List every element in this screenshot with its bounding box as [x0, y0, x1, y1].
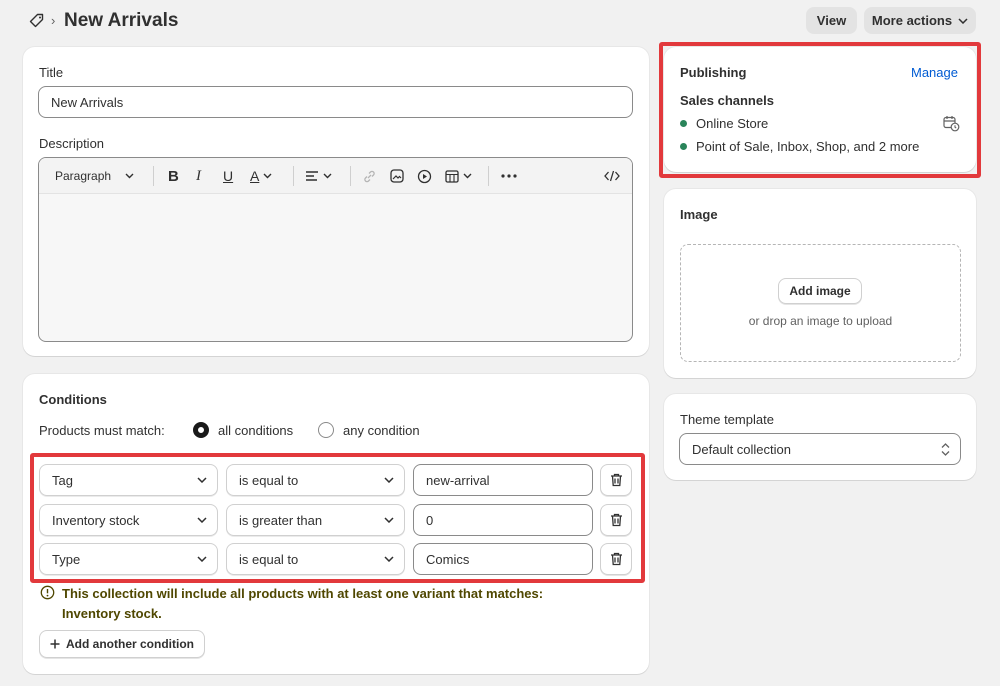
- chevron-down-icon: [958, 17, 968, 24]
- theme-template-card: Theme template Default collection: [664, 394, 976, 480]
- image-card: Image Add image or drop an image to uplo…: [664, 189, 976, 378]
- radio-selected-icon: [193, 422, 209, 438]
- editor-toolbar: Paragraph B I U A: [39, 158, 632, 194]
- view-button-label: View: [816, 13, 847, 28]
- plus-icon: [50, 639, 60, 649]
- radio-unselected-icon: [318, 422, 334, 438]
- more-actions-button[interactable]: More actions: [864, 7, 976, 34]
- add-condition-label: Add another condition: [66, 637, 194, 651]
- chevron-up-down-icon: [941, 442, 950, 456]
- info-circle-icon: [40, 585, 55, 600]
- italic-icon[interactable]: I: [196, 168, 201, 184]
- image-icon[interactable]: [390, 168, 404, 184]
- link-icon[interactable]: [362, 168, 377, 184]
- breadcrumb-chevron-icon: ›: [51, 13, 56, 28]
- page-title: New Arrivals: [64, 10, 179, 31]
- add-image-button[interactable]: Add image: [778, 278, 862, 304]
- image-heading: Image: [680, 207, 718, 222]
- drop-hint: or drop an image to upload: [748, 314, 893, 328]
- code-view-icon[interactable]: [604, 168, 620, 184]
- theme-template-select[interactable]: Default collection: [679, 433, 961, 465]
- publishing-highlight-box: [659, 42, 981, 178]
- theme-template-value: Default collection: [692, 441, 791, 457]
- title-label: Title: [39, 65, 64, 80]
- more-options-icon[interactable]: [501, 168, 517, 184]
- radio-all-label: all conditions: [218, 422, 294, 438]
- radio-all-conditions[interactable]: all conditions: [193, 422, 293, 438]
- table-icon[interactable]: [445, 168, 472, 184]
- conditions-highlight-box: [30, 453, 645, 583]
- underline-icon[interactable]: U: [223, 168, 233, 184]
- view-button[interactable]: View: [806, 7, 857, 34]
- theme-template-label: Theme template: [680, 412, 774, 427]
- details-card: Title New Arrivals Description Paragraph…: [23, 47, 649, 356]
- paragraph-label: Paragraph: [55, 169, 112, 183]
- radio-any-condition[interactable]: any condition: [318, 422, 420, 438]
- match-label: Products must match:: [39, 423, 165, 438]
- video-icon[interactable]: [417, 168, 432, 184]
- more-actions-label: More actions: [871, 13, 953, 28]
- paragraph-select[interactable]: Paragraph: [55, 168, 134, 184]
- title-input[interactable]: New Arrivals: [38, 86, 633, 118]
- description-editor[interactable]: Paragraph B I U A: [38, 157, 633, 342]
- add-image-label: Add image: [789, 284, 851, 298]
- toolbar-divider: [488, 166, 489, 186]
- toolbar-divider: [350, 166, 351, 186]
- description-label: Description: [39, 136, 105, 151]
- image-dropzone[interactable]: Add image or drop an image to upload: [680, 244, 961, 362]
- toolbar-divider: [153, 166, 154, 186]
- tag-icon: [28, 12, 46, 30]
- text-color-icon[interactable]: A: [250, 168, 272, 184]
- chevron-down-icon: [125, 173, 134, 179]
- condition-notice: This collection will include all product…: [62, 586, 544, 621]
- radio-any-label: any condition: [343, 422, 420, 438]
- conditions-heading: Conditions: [39, 392, 107, 407]
- bold-icon[interactable]: B: [168, 168, 179, 185]
- add-condition-button[interactable]: Add another condition: [39, 630, 205, 658]
- align-left-icon[interactable]: [305, 168, 332, 184]
- toolbar-divider: [293, 166, 294, 186]
- title-input-value: New Arrivals: [51, 94, 124, 110]
